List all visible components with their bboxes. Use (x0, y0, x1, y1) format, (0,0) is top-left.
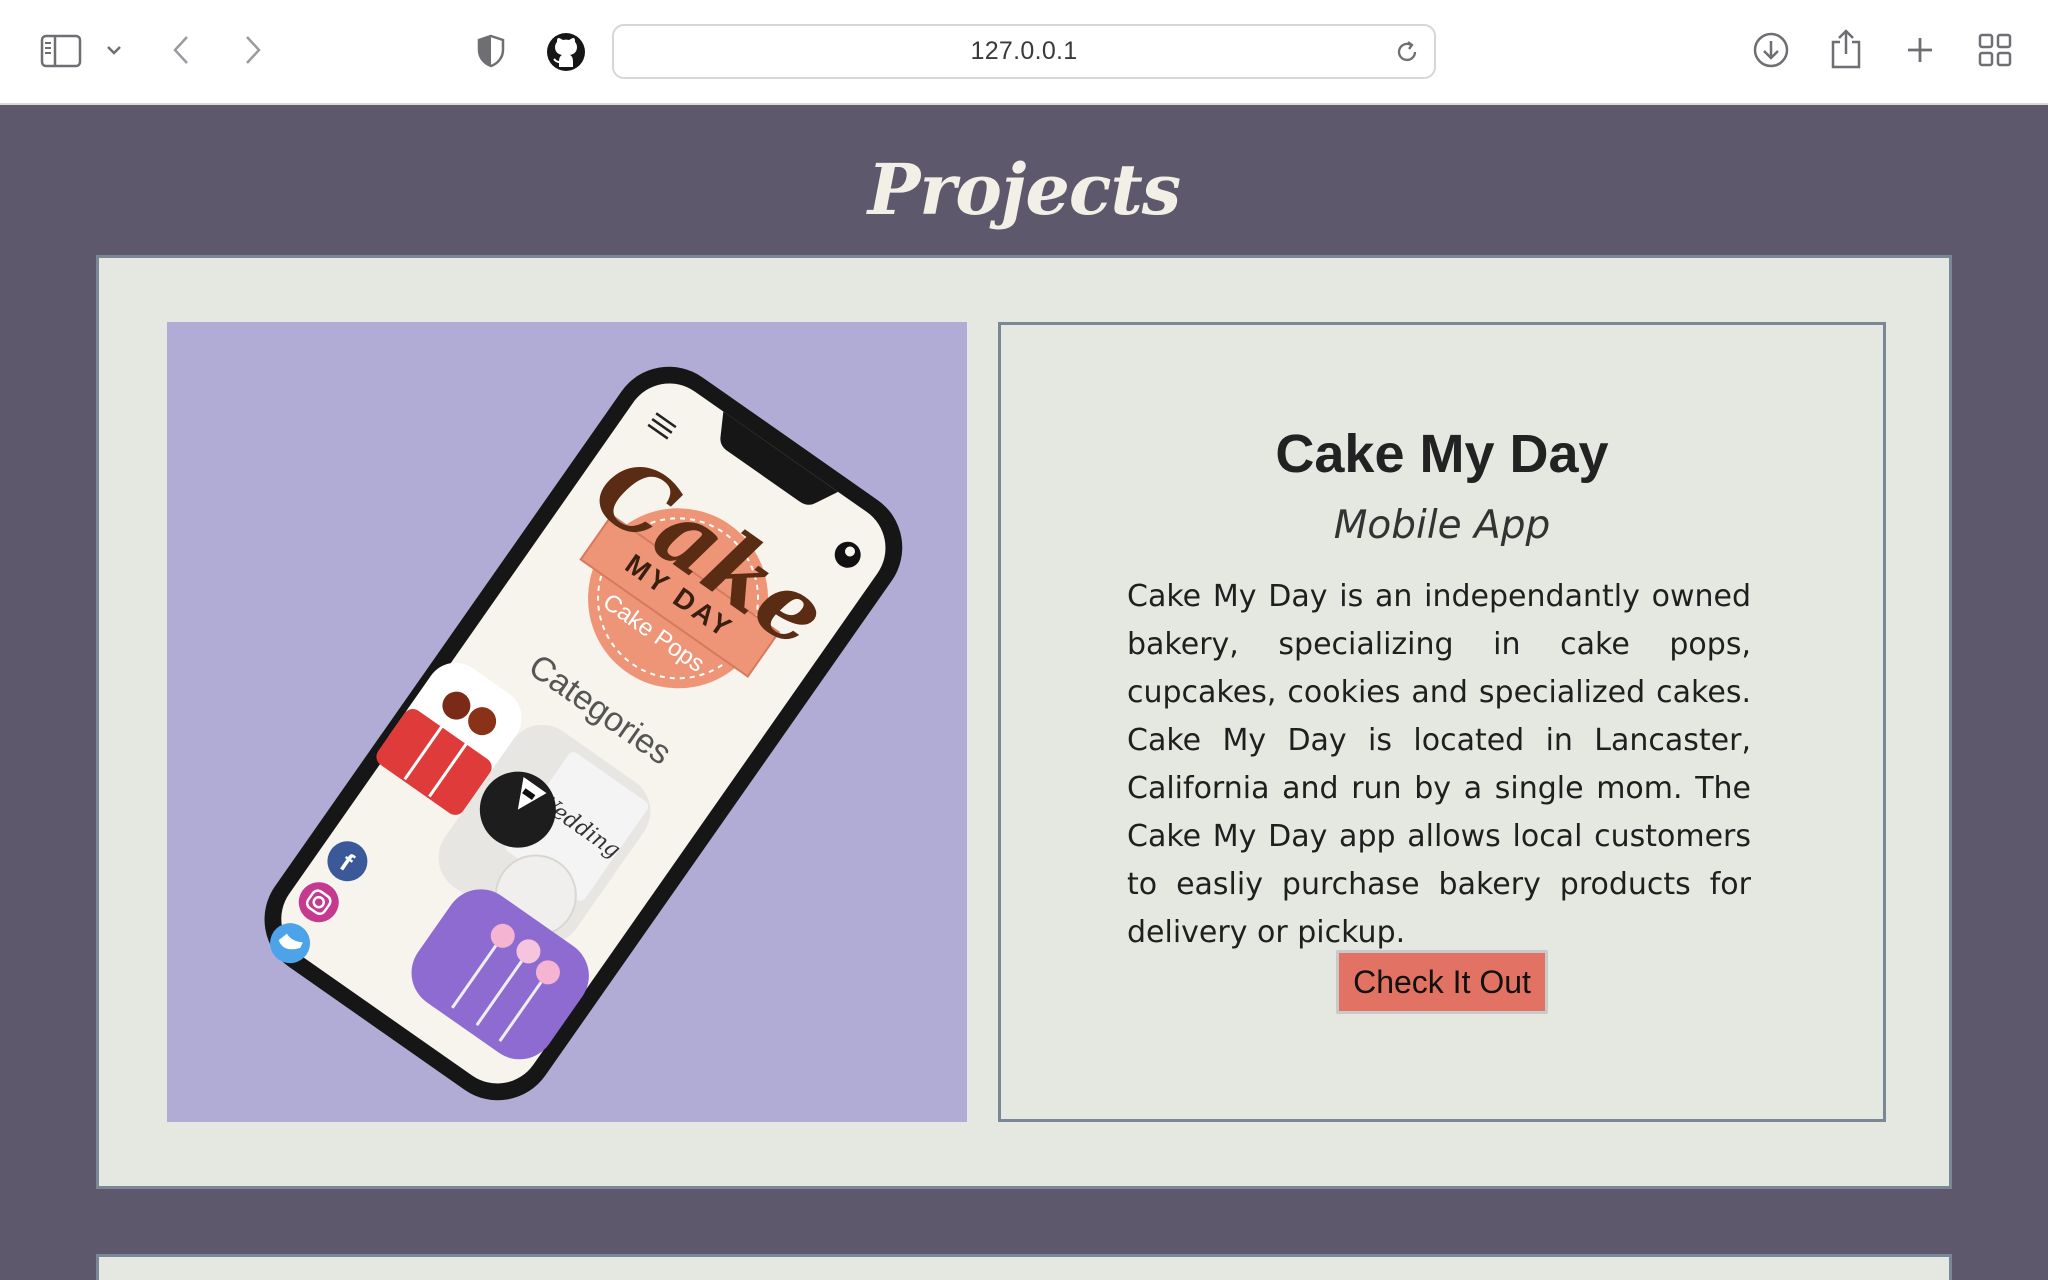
project-card: Cake MY DAY Cake Pops Categories Wedding (96, 255, 1952, 1189)
project-image: Cake MY DAY Cake Pops Categories Wedding (167, 322, 967, 1122)
shield-icon[interactable] (476, 34, 506, 68)
address-bar[interactable]: 127.0.0.1 (612, 24, 1436, 79)
phone-mockup-illustration: Cake MY DAY Cake Pops Categories Wedding (264, 366, 903, 1101)
tab-overview-icon[interactable] (1978, 33, 2012, 67)
project-description: Cake My Day is an independantly owned ba… (1127, 579, 1751, 950)
check-it-out-button[interactable]: Check It Out (1336, 950, 1548, 1014)
browser-toolbar: 127.0.0.1 (0, 0, 2048, 105)
new-tab-icon[interactable] (1904, 34, 1936, 66)
forward-icon[interactable] (240, 32, 266, 68)
project-title: Cake My Day (1275, 424, 1609, 484)
project-info-panel: Cake My Day Mobile App Cake My Day is an… (998, 322, 1886, 1122)
reload-icon[interactable] (1394, 39, 1420, 70)
chevron-down-icon[interactable] (104, 40, 124, 60)
github-icon[interactable] (546, 32, 586, 72)
next-project-card (96, 1254, 1952, 1280)
url-text: 127.0.0.1 (970, 37, 1078, 65)
sidebar-icon[interactable] (40, 34, 82, 68)
project-subtitle: Mobile App (1333, 503, 1551, 548)
download-icon[interactable] (1752, 31, 1790, 69)
share-icon[interactable] (1828, 28, 1864, 70)
section-title: Projects (867, 148, 1181, 231)
back-icon[interactable] (168, 32, 194, 68)
